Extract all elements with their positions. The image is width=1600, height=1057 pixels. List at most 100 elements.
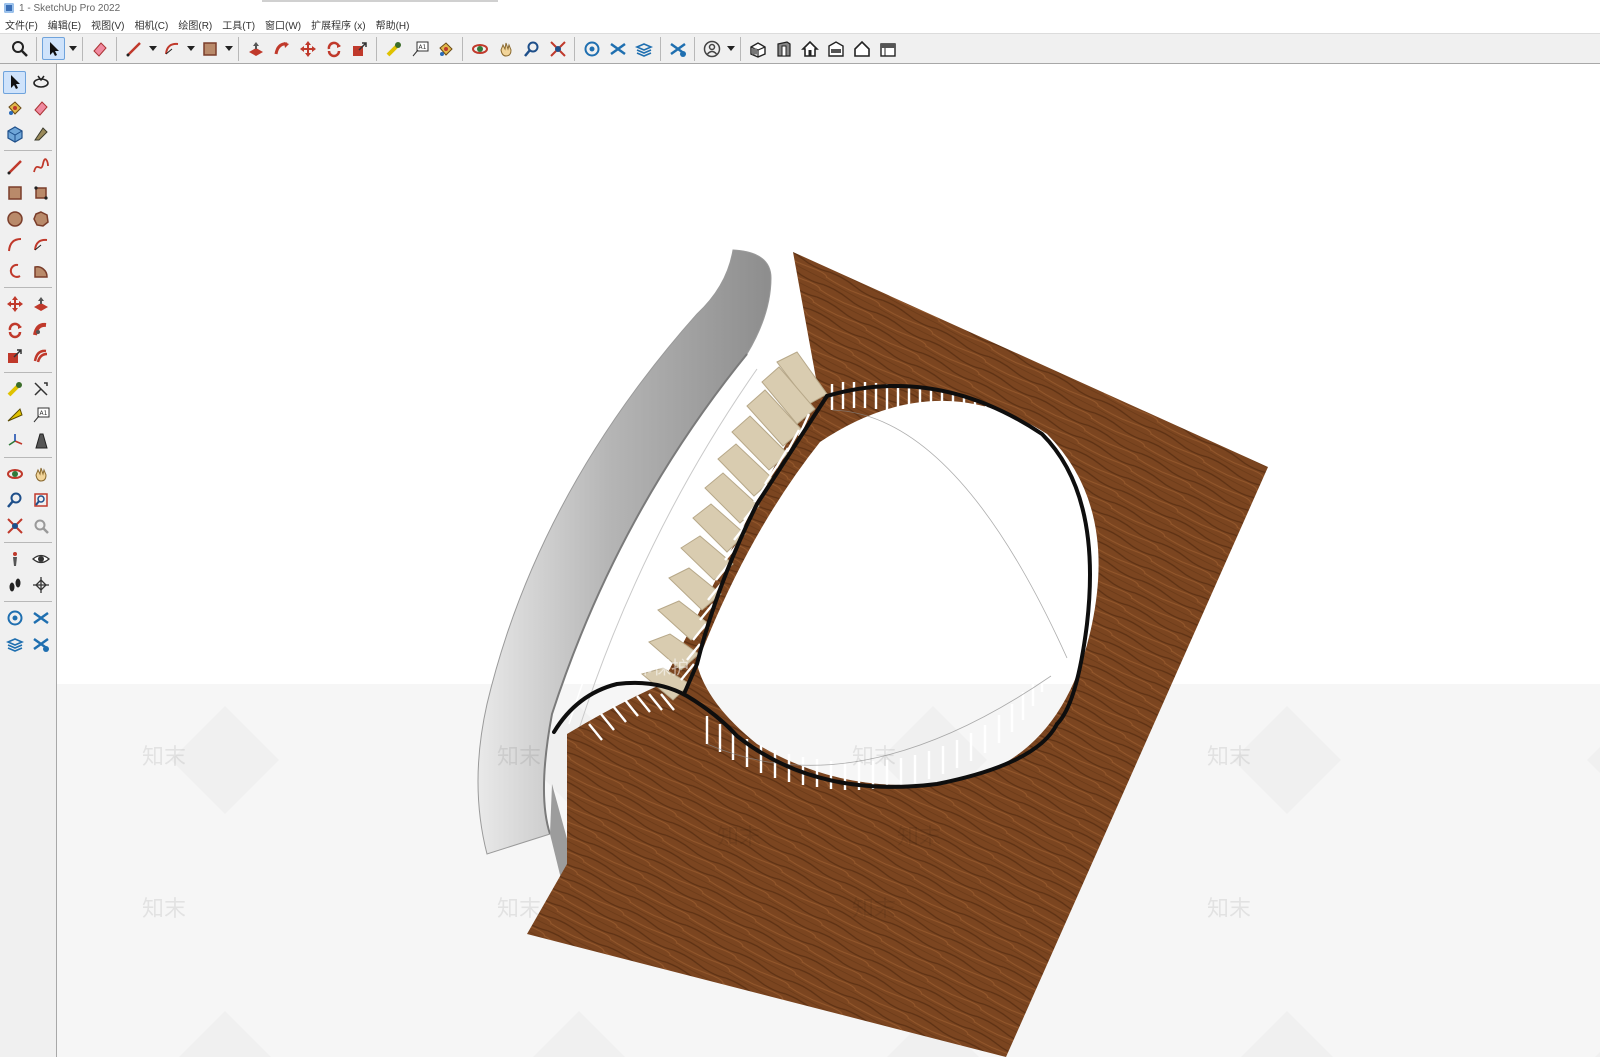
- side-offset-button[interactable]: [29, 345, 52, 368]
- side-follow-me-button[interactable]: [29, 319, 52, 342]
- side-look-around-button[interactable]: [29, 548, 52, 571]
- menu-draw[interactable]: 绘图(R): [178, 17, 212, 32]
- side-position-camera-button[interactable]: [3, 548, 26, 571]
- side-layout-button[interactable]: [3, 633, 26, 656]
- line-dropdown[interactable]: [148, 37, 157, 60]
- zoom-window-button[interactable]: [520, 37, 543, 60]
- extension-warehouse-button[interactable]: [606, 37, 629, 60]
- tape-measure-icon: [386, 41, 401, 56]
- side-zoom-window-button[interactable]: [29, 489, 52, 512]
- zoom-extents-icon: [549, 40, 566, 57]
- side-orbit-view-button[interactable]: [3, 463, 26, 486]
- account-dropdown[interactable]: [726, 37, 735, 60]
- line-button[interactable]: [122, 37, 145, 60]
- side-section-plane-button[interactable]: [29, 430, 52, 453]
- tape-measure-button[interactable]: [382, 37, 405, 60]
- menu-file[interactable]: 文件(F): [5, 17, 38, 32]
- menu-camera[interactable]: 相机(C): [134, 17, 168, 32]
- eraser-button[interactable]: [88, 37, 111, 60]
- side-move-button[interactable]: [3, 293, 26, 316]
- side-tag-button[interactable]: [29, 123, 52, 146]
- side-polygon-button[interactable]: [29, 208, 52, 231]
- side-make-component-button[interactable]: [3, 123, 26, 146]
- side-walk-button[interactable]: [3, 574, 26, 597]
- rectangle-button[interactable]: [198, 37, 221, 60]
- layout-button[interactable]: [632, 37, 655, 60]
- back-view-button[interactable]: [850, 37, 873, 60]
- side-text-button[interactable]: A1: [29, 404, 52, 427]
- push-pull-icon: [33, 297, 48, 311]
- arc-dropdown[interactable]: [186, 37, 195, 60]
- window-title: 1 - SketchUp Pro 2022: [19, 2, 121, 14]
- extension-manager-button[interactable]: [666, 37, 689, 60]
- side-orbit-button[interactable]: [29, 71, 52, 94]
- side-rotated-rectangle-button[interactable]: [29, 182, 52, 205]
- move-button[interactable]: [296, 37, 319, 60]
- paint-bucket-button[interactable]: [434, 37, 457, 60]
- menu-window[interactable]: 窗口(W): [265, 17, 301, 32]
- zoom-button[interactable]: [8, 37, 31, 60]
- select-dropdown[interactable]: [68, 37, 77, 60]
- arc-icon: [7, 238, 21, 252]
- side-rotate-button[interactable]: [3, 319, 26, 342]
- follow-me-button[interactable]: [270, 37, 293, 60]
- side-dimension-button[interactable]: [29, 378, 52, 401]
- side-line-button[interactable]: [3, 156, 26, 179]
- menu-edit[interactable]: 编辑(E): [48, 17, 81, 32]
- sidebar-separator: [4, 542, 52, 543]
- side-previous-view-button[interactable]: [29, 515, 52, 538]
- front-view-button[interactable]: [772, 37, 795, 60]
- account-icon: [703, 40, 720, 57]
- warehouse-button[interactable]: [580, 37, 603, 60]
- side-pan-button[interactable]: [29, 463, 52, 486]
- side-zoom-button[interactable]: [3, 489, 26, 512]
- orbit-button[interactable]: [468, 37, 491, 60]
- account-button[interactable]: [700, 37, 723, 60]
- side-paint-bucket-button[interactable]: [3, 97, 26, 120]
- section-icon: [32, 577, 49, 593]
- select-button[interactable]: [42, 37, 65, 60]
- scale-button[interactable]: [348, 37, 371, 60]
- side-three-point-arc-button[interactable]: [3, 260, 26, 283]
- rectangle-dropdown[interactable]: [224, 37, 233, 60]
- side-warehouse-button[interactable]: [3, 607, 26, 630]
- side-circle-button[interactable]: [3, 208, 26, 231]
- toolbar-separator: [694, 36, 695, 61]
- extension-manager-icon: [32, 637, 49, 652]
- menu-help[interactable]: 帮助(H): [376, 17, 410, 32]
- side-scale-button[interactable]: [3, 345, 26, 368]
- side-tape-measure-button[interactable]: [3, 378, 26, 401]
- left-view-button[interactable]: [876, 37, 899, 60]
- side-extension-manager-button[interactable]: [29, 633, 52, 656]
- arc-button[interactable]: [160, 37, 183, 60]
- side-pie-button[interactable]: [29, 260, 52, 283]
- side-eraser-button[interactable]: [29, 97, 52, 120]
- pan-button[interactable]: [494, 37, 517, 60]
- zoom-extents-button[interactable]: [546, 37, 569, 60]
- home-view-button[interactable]: [798, 37, 821, 60]
- model-viewport[interactable]: 知末 知末 知末 知末 知末 知末 知末 知末 知末 知末 水印保护: [57, 64, 1600, 1057]
- svg-text:知末: 知末: [1207, 745, 1251, 770]
- side-push-pull-button[interactable]: [29, 293, 52, 316]
- push-pull-button[interactable]: [244, 37, 267, 60]
- side-zoom-extents-button[interactable]: [3, 515, 26, 538]
- side-axes-button[interactable]: [3, 430, 26, 453]
- side-extension-warehouse-button[interactable]: [29, 607, 52, 630]
- side-arc-button[interactable]: [3, 234, 26, 257]
- iso-view-button[interactable]: [746, 37, 769, 60]
- side-select-button[interactable]: [3, 70, 26, 94]
- right-view-button[interactable]: [824, 37, 847, 60]
- menu-bar: 文件(F) 编辑(E) 视图(V) 相机(C) 绘图(R) 工具(T) 窗口(W…: [0, 16, 1600, 33]
- menu-view[interactable]: 视图(V): [91, 17, 124, 32]
- side-section-button[interactable]: [29, 574, 52, 597]
- title-bar-highlight: [262, 0, 498, 2]
- text-button[interactable]: A1: [408, 37, 431, 60]
- side-protractor-button[interactable]: [3, 404, 26, 427]
- side-two-point-arc-button[interactable]: [29, 234, 52, 257]
- side-rectangle-button[interactable]: [3, 182, 26, 205]
- rotate-button[interactable]: [322, 37, 345, 60]
- menu-extensions[interactable]: 扩展程序 (x): [311, 17, 365, 32]
- menu-tools[interactable]: 工具(T): [222, 17, 255, 32]
- side-freehand-button[interactable]: [29, 156, 52, 179]
- right-view-icon: [827, 40, 844, 57]
